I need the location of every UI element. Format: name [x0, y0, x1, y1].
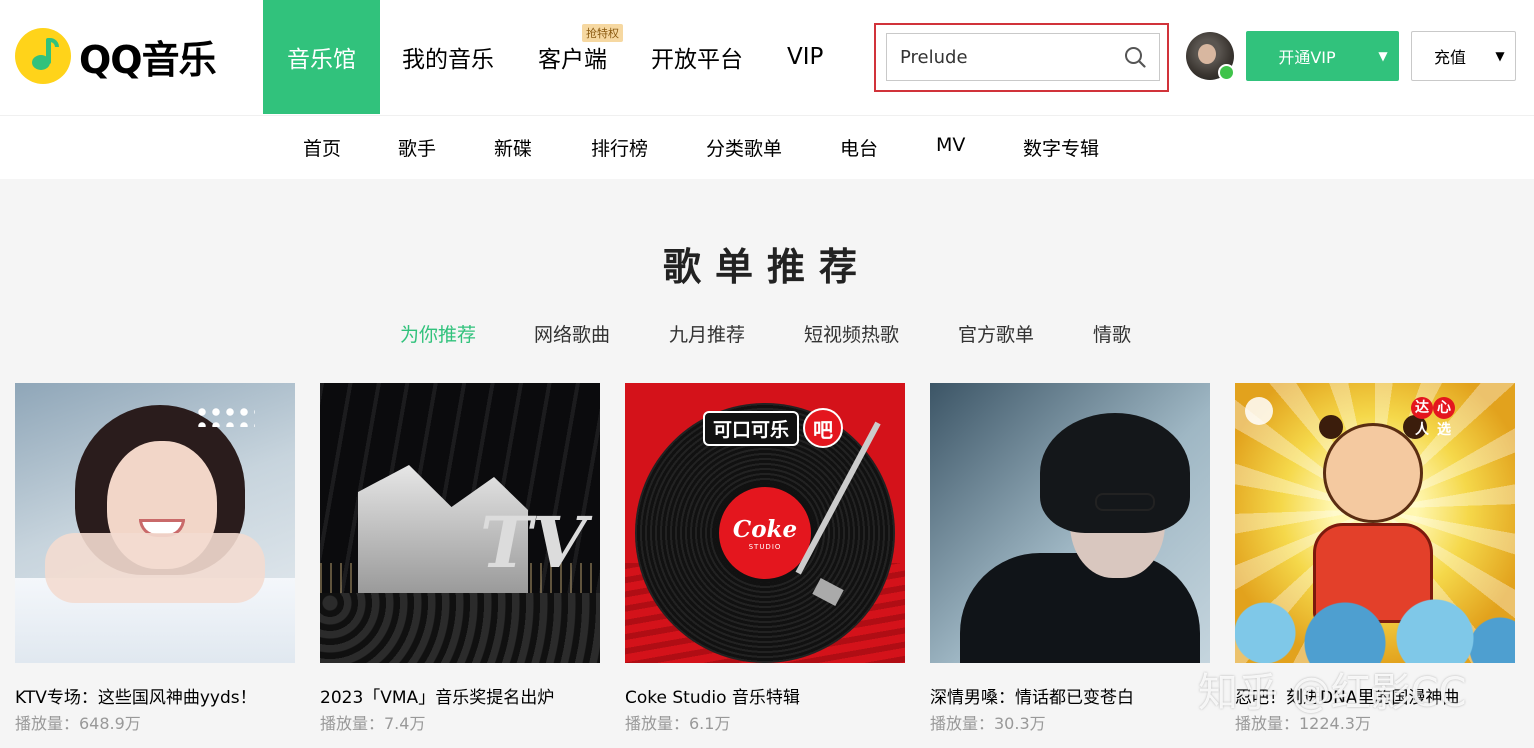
playlist-cover[interactable]: Coke STUDIO 可口可乐 吧: [625, 383, 905, 663]
playlist-card[interactable]: 深情男嗓：情话都已变苍白 播放量：30.3万: [930, 383, 1210, 733]
playlist-title[interactable]: 深情男嗓：情话都已变苍白: [930, 683, 1230, 708]
cover-studio-text: STUDIO: [748, 542, 782, 551]
playlist-cover[interactable]: 达人心选: [1235, 383, 1515, 663]
tab-short-video-hits[interactable]: 短视频热歌: [804, 320, 899, 347]
playlist-card[interactable]: TV 2023「VMA」音乐奖提名出炉 播放量：7.4万: [320, 383, 600, 733]
playlist-title[interactable]: 忍吧！刻进DNA里的国漫神曲: [1235, 683, 1534, 708]
section-title: 歌单推荐: [662, 245, 871, 289]
cover-tag-char: 心选: [1433, 397, 1455, 438]
sub-nav: 首页 歌手 新碟 排行榜 分类歌单 电台 MV 数字专辑: [0, 115, 1534, 179]
search-input[interactable]: [887, 34, 1117, 80]
tab-love-songs[interactable]: 情歌: [1093, 320, 1131, 347]
user-avatar[interactable]: [1186, 32, 1235, 81]
cover-coke-logo: Coke: [732, 515, 798, 543]
recharge-button[interactable]: 充值 ▼: [1411, 31, 1516, 81]
nav-my-music[interactable]: 我的音乐: [380, 0, 516, 114]
playlist-card[interactable]: Coke STUDIO 可口可乐 吧 Coke Studio 音乐特辑 播放量：…: [625, 383, 905, 733]
music-note-icon: [15, 28, 71, 84]
playlist-cover[interactable]: [930, 383, 1210, 663]
playlist-cover[interactable]: TV: [320, 383, 600, 663]
subnav-new-albums[interactable]: 新碟: [494, 134, 532, 161]
nav-client[interactable]: 客户端 抢特权: [516, 0, 629, 114]
playlist-cover[interactable]: [15, 383, 295, 663]
subnav-digital-albums[interactable]: 数字专辑: [1023, 134, 1099, 161]
cover-brand-char: 吧: [803, 408, 844, 448]
play-count: 播放量：6.1万: [625, 714, 731, 733]
open-vip-button[interactable]: 开通VIP ▼: [1246, 31, 1399, 81]
play-count: 播放量：1224.3万: [1235, 714, 1371, 733]
nav-client-label: 客户端: [538, 47, 607, 73]
nav-music-hall[interactable]: 音乐馆: [263, 0, 380, 114]
privilege-badge: 抢特权: [582, 24, 623, 42]
recharge-label: 充值: [1433, 48, 1466, 67]
subnav-charts[interactable]: 排行榜: [591, 134, 648, 161]
main-nav: 音乐馆 我的音乐 客户端 抢特权 开放平台 VIP: [263, 0, 845, 114]
cover-tag-text: 达人: [1411, 397, 1433, 438]
qq-music-badge-icon: [1245, 397, 1273, 425]
open-vip-label: 开通VIP: [1278, 48, 1336, 67]
search-icon[interactable]: [1123, 45, 1147, 69]
play-count: 播放量：30.3万: [930, 714, 1046, 733]
cover-brand-text: 可口可乐: [703, 410, 800, 446]
qq-music-logo[interactable]: QQ音乐: [15, 27, 217, 85]
wechat-icon: [1218, 64, 1235, 81]
playlist-title[interactable]: Coke Studio 音乐特辑: [625, 683, 925, 708]
subnav-mv[interactable]: MV: [936, 134, 965, 156]
cover-tv-text: TV: [480, 501, 587, 584]
subnav-singers[interactable]: 歌手: [398, 134, 436, 161]
subnav-home[interactable]: 首页: [303, 134, 341, 161]
nav-vip[interactable]: VIP: [765, 0, 845, 114]
logo-text: QQ音乐: [79, 37, 217, 82]
tab-official[interactable]: 官方歌单: [958, 320, 1034, 347]
subnav-radio[interactable]: 电台: [840, 134, 878, 161]
tab-online-songs[interactable]: 网络歌曲: [534, 320, 610, 347]
playlist-card[interactable]: KTV专场：这些国风神曲yyds！ 播放量：648.9万: [15, 383, 295, 733]
play-count: 播放量：7.4万: [320, 714, 426, 733]
play-count: 播放量：648.9万: [15, 714, 141, 733]
subnav-categories[interactable]: 分类歌单: [706, 134, 782, 161]
nav-open-platform[interactable]: 开放平台: [629, 0, 765, 114]
caret-down-icon[interactable]: ▼: [1368, 49, 1398, 63]
top-header: QQ音乐 音乐馆 我的音乐 客户端 抢特权 开放平台 VIP 开通VIP ▼ 充…: [0, 0, 1534, 115]
search-box: [886, 33, 1160, 81]
playlist-card[interactable]: 达人心选 忍吧！刻进DNA里的国漫神曲 播放量：1224.3万: [1235, 383, 1515, 733]
caret-down-icon[interactable]: ▼: [1488, 49, 1512, 63]
playlist-title[interactable]: KTV专场：这些国风神曲yyds！: [15, 683, 315, 708]
playlist-title[interactable]: 2023「VMA」音乐奖提名出炉: [320, 683, 620, 708]
tab-recommended[interactable]: 为你推荐: [400, 320, 476, 347]
tab-september[interactable]: 九月推荐: [669, 320, 745, 347]
